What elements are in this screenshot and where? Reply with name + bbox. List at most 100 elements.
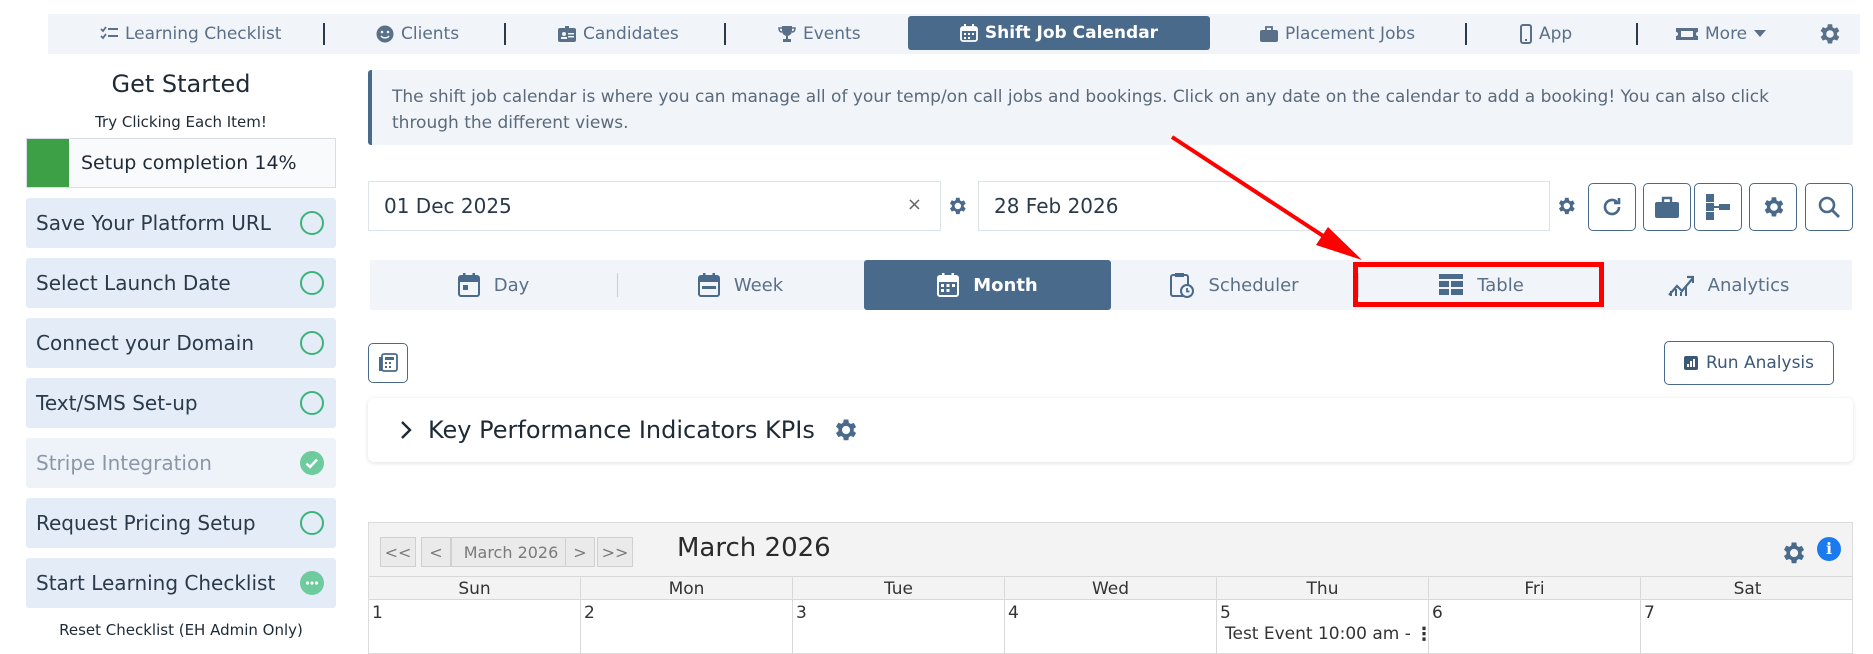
tab-scheduler[interactable]: Scheduler — [1111, 260, 1358, 310]
prev-year-button[interactable]: << — [380, 537, 416, 567]
checklist-item-domain[interactable]: Connect your Domain — [26, 318, 336, 368]
pending-circle-icon — [300, 511, 324, 535]
sitemap-icon — [1706, 194, 1730, 220]
kpi-section[interactable]: Key Performance Indicators KPIs — [368, 398, 1853, 462]
sidebar-title: Get Started — [111, 70, 251, 98]
calendar-icon — [960, 24, 978, 42]
checklist-item-launch-date[interactable]: Select Launch Date — [26, 258, 336, 308]
day-cell[interactable]: 1 — [369, 600, 581, 653]
calendar-header: << < March 2026 > >> March 2026 i — [369, 523, 1852, 576]
annotation-arrow — [1170, 135, 1362, 260]
run-analysis-button[interactable]: Run Analysis — [1664, 341, 1834, 385]
start-date-settings-gear[interactable] — [946, 195, 968, 217]
day-cell[interactable]: 3 — [793, 600, 1005, 653]
top-navigation: Learning Checklist Clients Candidates Ev… — [48, 14, 1860, 54]
search-icon — [1818, 196, 1840, 218]
setup-progress-label: Setup completion 14% — [81, 152, 297, 174]
nav-divider — [504, 23, 506, 45]
gear-icon — [949, 197, 966, 215]
check-circle-icon — [300, 451, 324, 475]
pending-circle-icon — [300, 271, 324, 295]
nav-divider — [724, 23, 726, 45]
day-cell[interactable]: 2 — [581, 600, 793, 653]
kpi-title: Key Performance Indicators KPIs — [428, 416, 815, 444]
info-icon[interactable]: i — [1817, 537, 1841, 561]
nav-candidates[interactable]: Candidates — [558, 14, 679, 54]
checklist-icon — [100, 26, 118, 40]
tab-analytics[interactable]: Analytics — [1605, 260, 1852, 310]
weekday-header: Fri — [1429, 577, 1641, 601]
next-month-button[interactable]: > — [565, 537, 595, 567]
checklist-item-pricing[interactable]: Request Pricing Setup — [26, 498, 336, 548]
nav-shift-job-calendar[interactable]: Shift Job Calendar — [908, 16, 1210, 50]
refresh-icon — [1603, 198, 1621, 216]
tab-month[interactable]: Month — [864, 260, 1111, 310]
weekday-header: Mon — [581, 577, 793, 601]
gear-icon — [1784, 542, 1805, 564]
nav-divider — [1636, 23, 1638, 45]
month-calendar: << < March 2026 > >> March 2026 i Sun Mo… — [368, 522, 1853, 654]
search-button[interactable] — [1805, 183, 1853, 231]
checklist-item-sms[interactable]: Text/SMS Set-up — [26, 378, 336, 428]
weekday-header-row: Sun Mon Tue Wed Thu Fri Sat — [369, 576, 1852, 601]
gear-icon[interactable] — [831, 416, 859, 444]
nav-placement-jobs[interactable]: Placement Jobs — [1260, 14, 1415, 54]
nav-learning-checklist[interactable]: Learning Checklist — [100, 14, 281, 54]
caret-down-icon — [1754, 30, 1767, 37]
calendar-event[interactable]: Test Event 10:00 am - — [1225, 624, 1411, 644]
reset-checklist-link[interactable]: Reset Checklist (EH Admin Only) — [26, 621, 336, 639]
tab-week[interactable]: Week — [617, 260, 864, 310]
trophy-icon — [778, 26, 796, 42]
clear-date-icon[interactable]: × — [907, 194, 922, 215]
pending-circle-icon — [300, 211, 324, 235]
tab-day[interactable]: Day — [370, 260, 617, 310]
settings-button[interactable] — [1816, 21, 1842, 47]
pending-circle-icon — [300, 331, 324, 355]
chart-line-icon — [1667, 275, 1694, 296]
setup-progress-bar: Setup completion 14% — [26, 138, 336, 188]
table-tab-highlight — [1353, 262, 1604, 307]
end-date-settings-gear[interactable] — [1555, 195, 1577, 217]
start-date-field[interactable]: 01 Dec 2025 × — [368, 181, 941, 231]
calendar-month-icon — [937, 273, 960, 297]
briefcase-icon — [1260, 26, 1278, 42]
gear-icon — [1764, 197, 1784, 217]
checklist-item-platform-url[interactable]: Save Your Platform URL — [26, 198, 336, 248]
day-cell[interactable]: 6 — [1429, 600, 1641, 653]
day-cell[interactable]: 7 — [1641, 600, 1852, 653]
checklist-item-learning[interactable]: Start Learning Checklist — [26, 558, 336, 608]
refresh-button[interactable] — [1588, 183, 1636, 231]
calendar-gear-button[interactable] — [1779, 539, 1807, 567]
nav-clients[interactable]: Clients — [376, 14, 459, 54]
nav-divider — [323, 23, 325, 45]
info-banner: The shift job calendar is where you can … — [368, 70, 1853, 145]
nav-more-dropdown[interactable]: More — [1676, 14, 1767, 54]
calculator-button[interactable] — [368, 343, 408, 383]
month-picker[interactable]: March 2026 — [451, 537, 571, 567]
prev-month-button[interactable]: < — [421, 537, 451, 567]
calendar-settings-button[interactable] — [1749, 183, 1797, 231]
gear-icon — [1820, 24, 1840, 44]
event-menu-icon[interactable]: ⋮ — [1415, 624, 1433, 645]
clipboard-clock-icon — [1170, 273, 1195, 298]
calendar-title: March 2026 — [677, 533, 831, 563]
weekday-header: Sat — [1733, 579, 1762, 599]
chevron-right-icon[interactable] — [400, 420, 412, 440]
nav-app[interactable]: App — [1520, 14, 1572, 54]
calculator-icon — [379, 353, 398, 372]
next-year-button[interactable]: >> — [597, 537, 633, 567]
mobile-icon — [1520, 24, 1532, 44]
id-card-icon — [558, 26, 576, 42]
jobs-button[interactable] — [1643, 183, 1691, 231]
nav-divider — [1465, 23, 1467, 45]
checklist-item-stripe[interactable]: Stripe Integration — [26, 438, 336, 488]
day-cell[interactable]: 4 — [1005, 600, 1217, 653]
weekday-header: Thu — [1217, 577, 1429, 601]
weekday-header: Wed — [1005, 577, 1217, 601]
view-tabs: Day Week Month Scheduler Table Analytics — [370, 260, 1852, 310]
ticket-icon — [1676, 28, 1698, 40]
setup-progress-fill — [27, 139, 69, 187]
weekday-header: Sun — [369, 577, 581, 601]
nav-events[interactable]: Events — [778, 14, 861, 54]
hierarchy-button[interactable] — [1694, 183, 1742, 231]
